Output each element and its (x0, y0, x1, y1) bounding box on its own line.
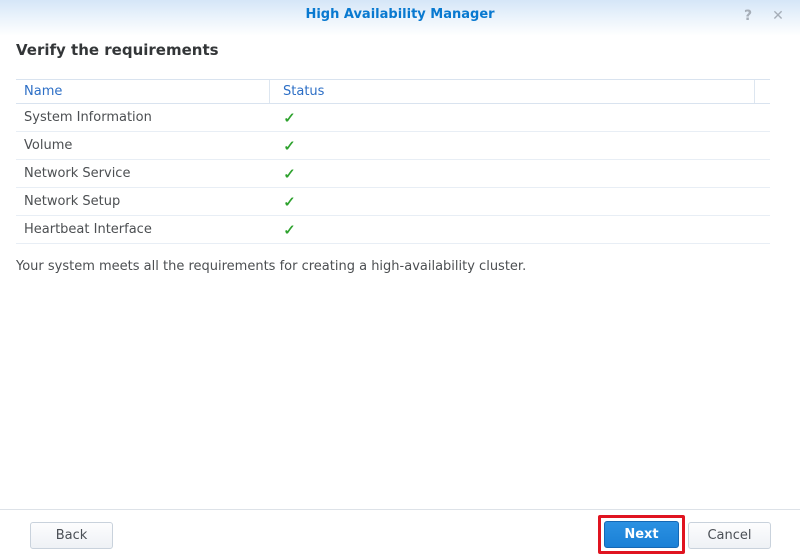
column-header-status[interactable]: Status (270, 80, 754, 103)
table-row: Volume ✓ (16, 132, 770, 160)
requirement-status-cell: ✓ (270, 165, 770, 183)
requirement-name-cell: Network Service (24, 166, 131, 181)
requirement-status-cell: ✓ (270, 193, 770, 211)
requirement-status-cell: ✓ (270, 137, 770, 155)
column-header-name[interactable]: Name (16, 80, 270, 103)
requirement-status-cell: ✓ (270, 109, 770, 127)
high-availability-manager-dialog: High Availability Manager ? ✕ Verify the… (0, 0, 800, 557)
requirement-name-cell: Network Setup (24, 194, 121, 209)
table-row: Network Service ✓ (16, 160, 770, 188)
column-header-filler (754, 80, 770, 103)
requirement-status-cell: ✓ (270, 221, 770, 239)
footer-bar: Back Next Cancel (0, 509, 800, 557)
requirement-name-cell: Volume (24, 138, 73, 153)
table-row: Network Setup ✓ (16, 188, 770, 216)
result-message: Your system meets all the requirements f… (16, 259, 527, 274)
page-title: Verify the requirements (16, 41, 219, 59)
title-bar: High Availability Manager ? ✕ (0, 0, 800, 36)
status-check-icon: ✓ (283, 192, 296, 211)
status-check-icon: ✓ (283, 108, 296, 127)
title-bar-icons: ? ✕ (740, 8, 786, 24)
table-row: Heartbeat Interface ✓ (16, 216, 770, 244)
table-body: System Information ✓ Volume ✓ Network Se… (16, 104, 770, 244)
annotation-highlight-box: Next (598, 515, 685, 554)
status-check-icon: ✓ (283, 136, 296, 155)
table-header-row: Name Status (16, 79, 770, 104)
status-check-icon: ✓ (283, 220, 296, 239)
status-check-icon: ✓ (283, 164, 296, 183)
requirement-name-cell: Heartbeat Interface (24, 222, 152, 237)
back-button[interactable]: Back (30, 522, 113, 549)
help-icon[interactable]: ? (740, 8, 756, 24)
next-button[interactable]: Next (604, 521, 679, 548)
window-title: High Availability Manager (305, 7, 495, 22)
requirements-table: Name Status System Information ✓ Volume … (16, 79, 770, 244)
requirement-name-cell: System Information (24, 110, 152, 125)
table-row: System Information ✓ (16, 104, 770, 132)
cancel-button[interactable]: Cancel (688, 522, 771, 549)
close-icon[interactable]: ✕ (770, 8, 786, 24)
